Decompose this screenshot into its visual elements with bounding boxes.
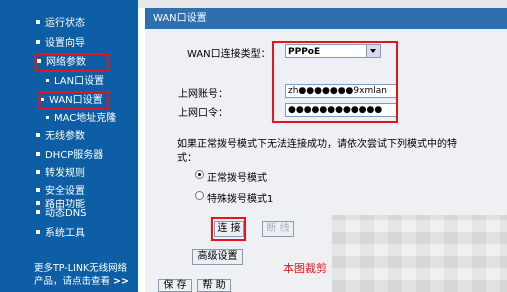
- promo-arrow: >>: [113, 276, 129, 287]
- mode-special-radio[interactable]: [195, 191, 204, 200]
- nav-item-system-tools[interactable]: 系统工具: [36, 226, 138, 241]
- crop-watermark: 本图裁剪: [283, 262, 327, 275]
- help-button[interactable]: 帮 助: [197, 279, 231, 292]
- hint-text: 如果正常拨号模式下无法连接成功，请依次尝试下列模式中的特: [177, 139, 457, 150]
- nav-item-setup-wizard[interactable]: 设置向导: [36, 36, 138, 51]
- promo-line1: 更多TP-LINK无线网络: [34, 263, 128, 274]
- nav-item-label: 运行状态: [45, 18, 85, 29]
- advanced-settings-button[interactable]: 高级设置: [192, 249, 243, 265]
- nav-item-label: 网络参数: [46, 57, 86, 68]
- bullet-icon: [36, 170, 40, 174]
- nav-item-label: DHCP服务器: [45, 150, 104, 161]
- bullet-icon: [36, 20, 40, 24]
- mode-special-label: 特殊拨号模式1: [207, 194, 274, 205]
- bullet-icon: [36, 133, 40, 137]
- nav-item-label: 设置向导: [45, 38, 85, 49]
- nav-item-wireless[interactable]: 无线参数: [36, 129, 138, 144]
- mode-normal-label: 正常拨号模式: [207, 173, 267, 184]
- bullet-icon: [36, 210, 40, 214]
- nav-item-lan-settings[interactable]: LAN口设置: [46, 74, 138, 89]
- nav-item-label: 无线参数: [45, 131, 85, 142]
- bullet-icon: [36, 40, 40, 44]
- bullet-icon: [46, 78, 49, 82]
- bullet-icon: [46, 115, 49, 119]
- nav-item-mac-clone[interactable]: MAC地址克隆: [46, 111, 138, 126]
- nav-item-security[interactable]: 安全设置: [36, 184, 138, 199]
- nav-item-label: MAC地址克隆: [54, 113, 117, 124]
- promo-link[interactable]: 更多TP-LINK无线网络 产品，请点击查看 >>: [34, 262, 138, 288]
- disconnect-button[interactable]: 断 线: [262, 221, 294, 237]
- bullet-icon: [41, 97, 44, 101]
- bullet-icon: [36, 188, 40, 192]
- sidebar-nav: 运行状态 设置向导 网络参数 LAN口设置 WAN口设置 MAC地址克隆 无线参…: [0, 0, 138, 292]
- nav-item-label: 系统工具: [45, 228, 85, 239]
- bullet-icon: [36, 152, 40, 156]
- mode-normal-radio[interactable]: [195, 170, 204, 179]
- bullet-icon: [36, 230, 40, 234]
- bullet-icon: [37, 59, 41, 63]
- nav-item-dhcp[interactable]: DHCP服务器: [36, 148, 138, 163]
- nav-item-ddns[interactable]: 动态DNS: [36, 206, 138, 221]
- promo-line2: 产品，请点击查看: [34, 276, 111, 287]
- save-button[interactable]: 保 存: [158, 279, 192, 292]
- nav-item-label: LAN口设置: [54, 76, 105, 87]
- nav-item-label: 安全设置: [45, 186, 85, 197]
- nav-item-running-status[interactable]: 运行状态: [36, 16, 138, 31]
- account-label: 上网账号：: [178, 89, 228, 100]
- hint-text-2: 式：: [177, 153, 197, 164]
- bullet-icon: [36, 201, 40, 205]
- nav-item-label: 转发规则: [45, 168, 85, 179]
- blurred-region: [332, 215, 507, 292]
- nav-item-network-params[interactable]: 网络参数: [35, 53, 109, 72]
- nav-item-forwarding[interactable]: 转发规则: [36, 166, 138, 181]
- conn-type-label: WAN口连接类型：: [187, 49, 271, 60]
- password-label: 上网口令：: [178, 108, 228, 119]
- nav-item-label: WAN口设置: [49, 95, 103, 106]
- panel-title: WAN口设置: [145, 8, 507, 29]
- highlight-box-connect: [211, 217, 246, 241]
- nav-item-wan-settings[interactable]: WAN口设置: [39, 91, 109, 110]
- highlight-box-credentials: [272, 41, 398, 123]
- top-bar: [138, 0, 507, 8]
- nav-item-label: 动态DNS: [45, 208, 87, 219]
